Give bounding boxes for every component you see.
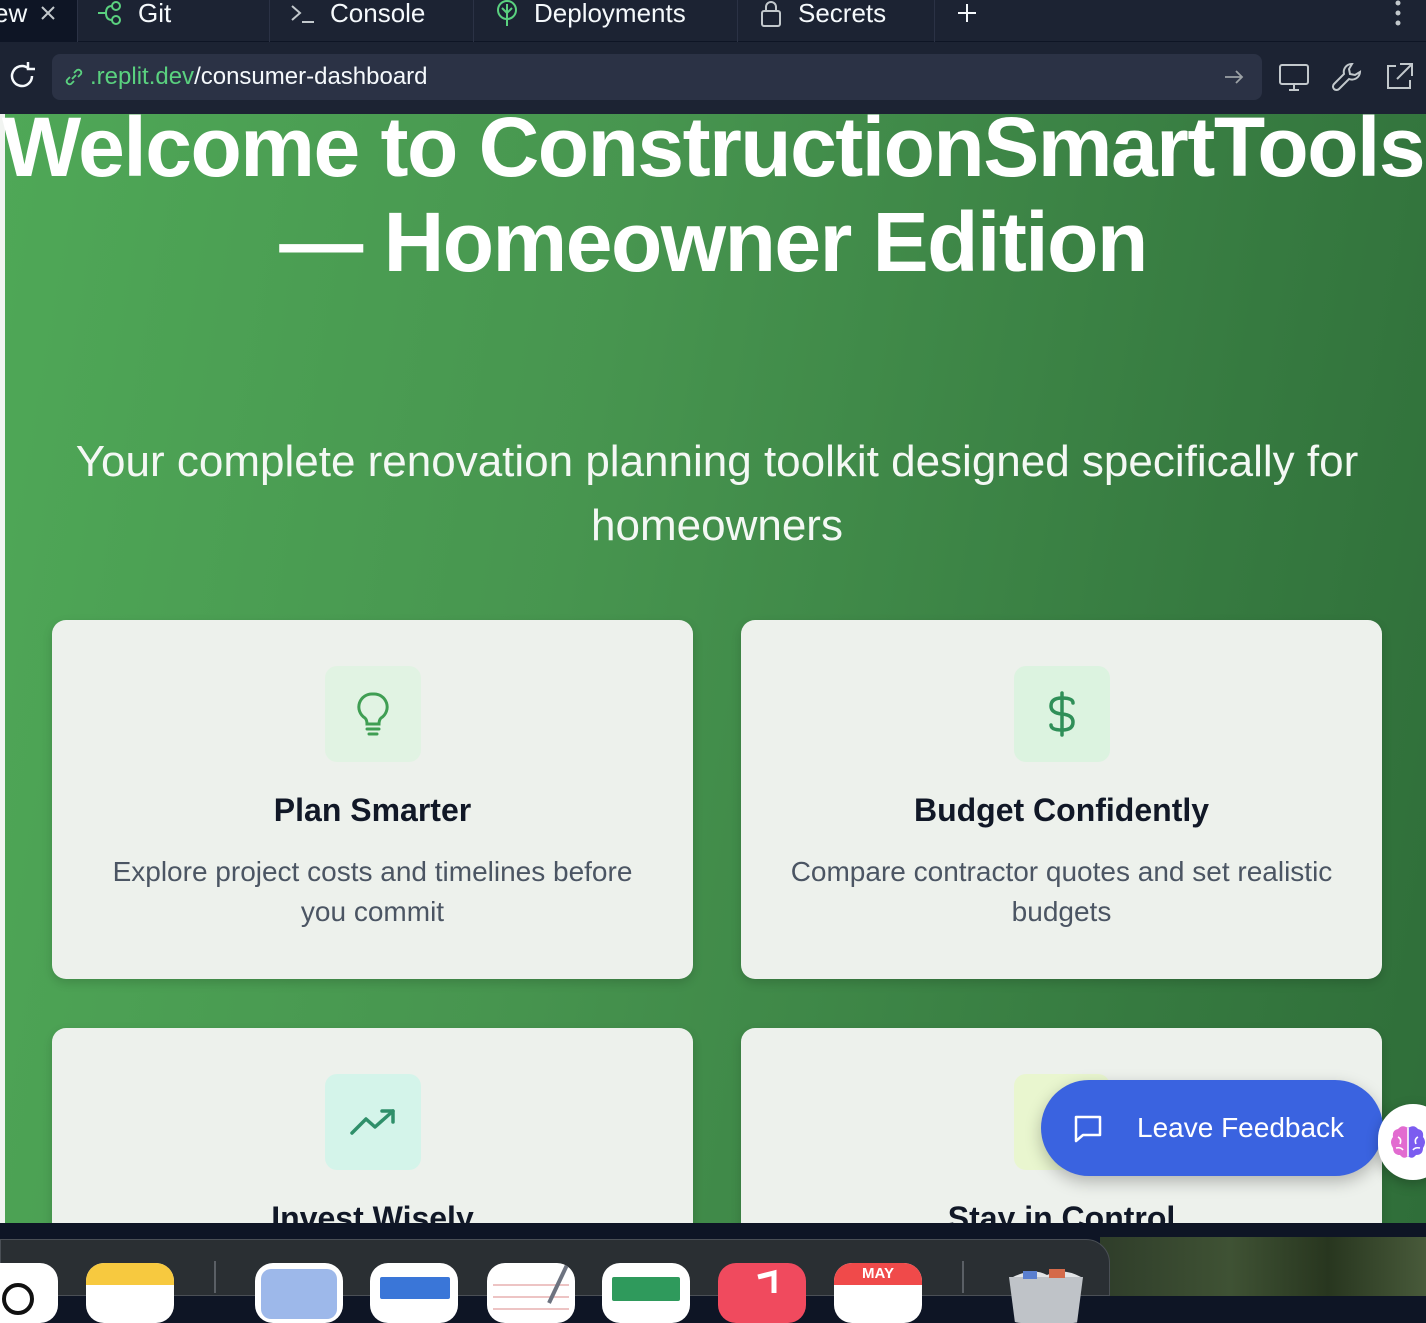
leave-feedback-label: Leave Feedback xyxy=(1137,1112,1345,1143)
dock-app-word-icon[interactable] xyxy=(370,1263,458,1323)
dock-separator xyxy=(962,1261,964,1293)
wrench-icon[interactable] xyxy=(1330,60,1364,94)
url-bar[interactable]: .replit.dev/consumer-dashboard xyxy=(52,54,1262,100)
dock-app-textedit-icon[interactable] xyxy=(487,1263,575,1323)
desktop-wallpaper xyxy=(1100,1237,1426,1296)
tab-deployments[interactable]: Deployments xyxy=(474,0,738,42)
webview-content: Welcome to ConstructionSmartTools — Home… xyxy=(0,114,1426,1223)
tab-webview[interactable]: ew xyxy=(0,0,78,42)
tab-secrets-label: Secrets xyxy=(798,0,887,28)
dock-app-excel-icon[interactable] xyxy=(602,1263,690,1323)
card-title: Budget Confidently xyxy=(913,792,1210,828)
git-icon xyxy=(96,0,126,28)
ide-tab-bar: ew Git Console Deployments Secrets xyxy=(0,0,1426,42)
dock-app-preview-icon[interactable] xyxy=(255,1263,343,1323)
tab-console[interactable]: Console xyxy=(270,0,474,42)
plus-icon xyxy=(953,0,981,28)
card-description: Explore project costs and timelines befo… xyxy=(112,856,633,927)
leave-feedback-button[interactable]: Leave Feedback xyxy=(1041,1080,1383,1176)
dollar-icon xyxy=(1014,666,1110,762)
dock-app-notes-icon[interactable] xyxy=(86,1263,174,1323)
webview-toolbar: .replit.dev/consumer-dashboard xyxy=(0,42,1426,114)
lightbulb-icon xyxy=(325,666,421,762)
tab-deployments-label: Deployments xyxy=(534,0,686,28)
tab-git-label: Git xyxy=(138,0,172,28)
card-title: Stay in Control xyxy=(947,1200,1176,1223)
lock-icon xyxy=(756,0,786,28)
more-options-button[interactable] xyxy=(1370,0,1426,41)
dock-separator xyxy=(214,1261,216,1293)
ai-assistant-button[interactable] xyxy=(1378,1104,1426,1180)
feature-card-budget-confidently: Budget Confidently Compare contractor qu… xyxy=(741,620,1382,979)
feature-card-plan-smarter: Plan Smarter Explore project costs and t… xyxy=(52,620,693,979)
url-host: .replit.dev xyxy=(90,63,195,90)
tab-webview-label: ew xyxy=(0,0,28,28)
kebab-menu-icon xyxy=(1395,0,1401,25)
tab-console-label: Console xyxy=(330,0,426,28)
calendar-month-label: MAY xyxy=(834,1263,922,1285)
dock-app-chatgpt-icon[interactable] xyxy=(0,1263,58,1323)
tab-git[interactable]: Git xyxy=(78,0,270,42)
trending-up-icon xyxy=(325,1074,421,1170)
external-link-icon[interactable] xyxy=(1382,60,1416,94)
close-icon[interactable] xyxy=(37,0,59,28)
url-path: /consumer-dashboard xyxy=(194,63,428,90)
deployments-icon xyxy=(492,0,522,28)
url-text: .replit.dev/consumer-dashboard xyxy=(90,63,428,91)
reload-icon[interactable] xyxy=(4,58,40,94)
hero-title: Welcome to ConstructionSmartTools — Home… xyxy=(1,114,1426,289)
tab-secrets[interactable]: Secrets xyxy=(738,0,935,42)
card-description: Compare contractor quotes and set realis… xyxy=(790,856,1333,927)
feature-card-invest-wisely: Invest Wisely xyxy=(52,1028,693,1223)
dock-app-calendar-icon[interactable]: MAY xyxy=(834,1263,922,1323)
link-icon xyxy=(65,68,83,86)
message-square-icon xyxy=(1074,1115,1102,1143)
brain-icon xyxy=(1391,1126,1425,1158)
card-title: Plan Smarter xyxy=(273,792,472,828)
dock-app-music-icon[interactable] xyxy=(718,1263,806,1323)
monitor-icon[interactable] xyxy=(1277,60,1311,94)
arrow-right-icon[interactable] xyxy=(1222,65,1246,89)
dock-trash-icon[interactable] xyxy=(1003,1263,1091,1323)
new-tab-button[interactable] xyxy=(935,0,999,42)
terminal-icon xyxy=(288,0,318,28)
card-title: Invest Wisely xyxy=(271,1200,474,1223)
macos-dock: MAY xyxy=(0,1223,1426,1323)
hero-subtitle: Your complete renovation planning toolki… xyxy=(75,437,1359,550)
